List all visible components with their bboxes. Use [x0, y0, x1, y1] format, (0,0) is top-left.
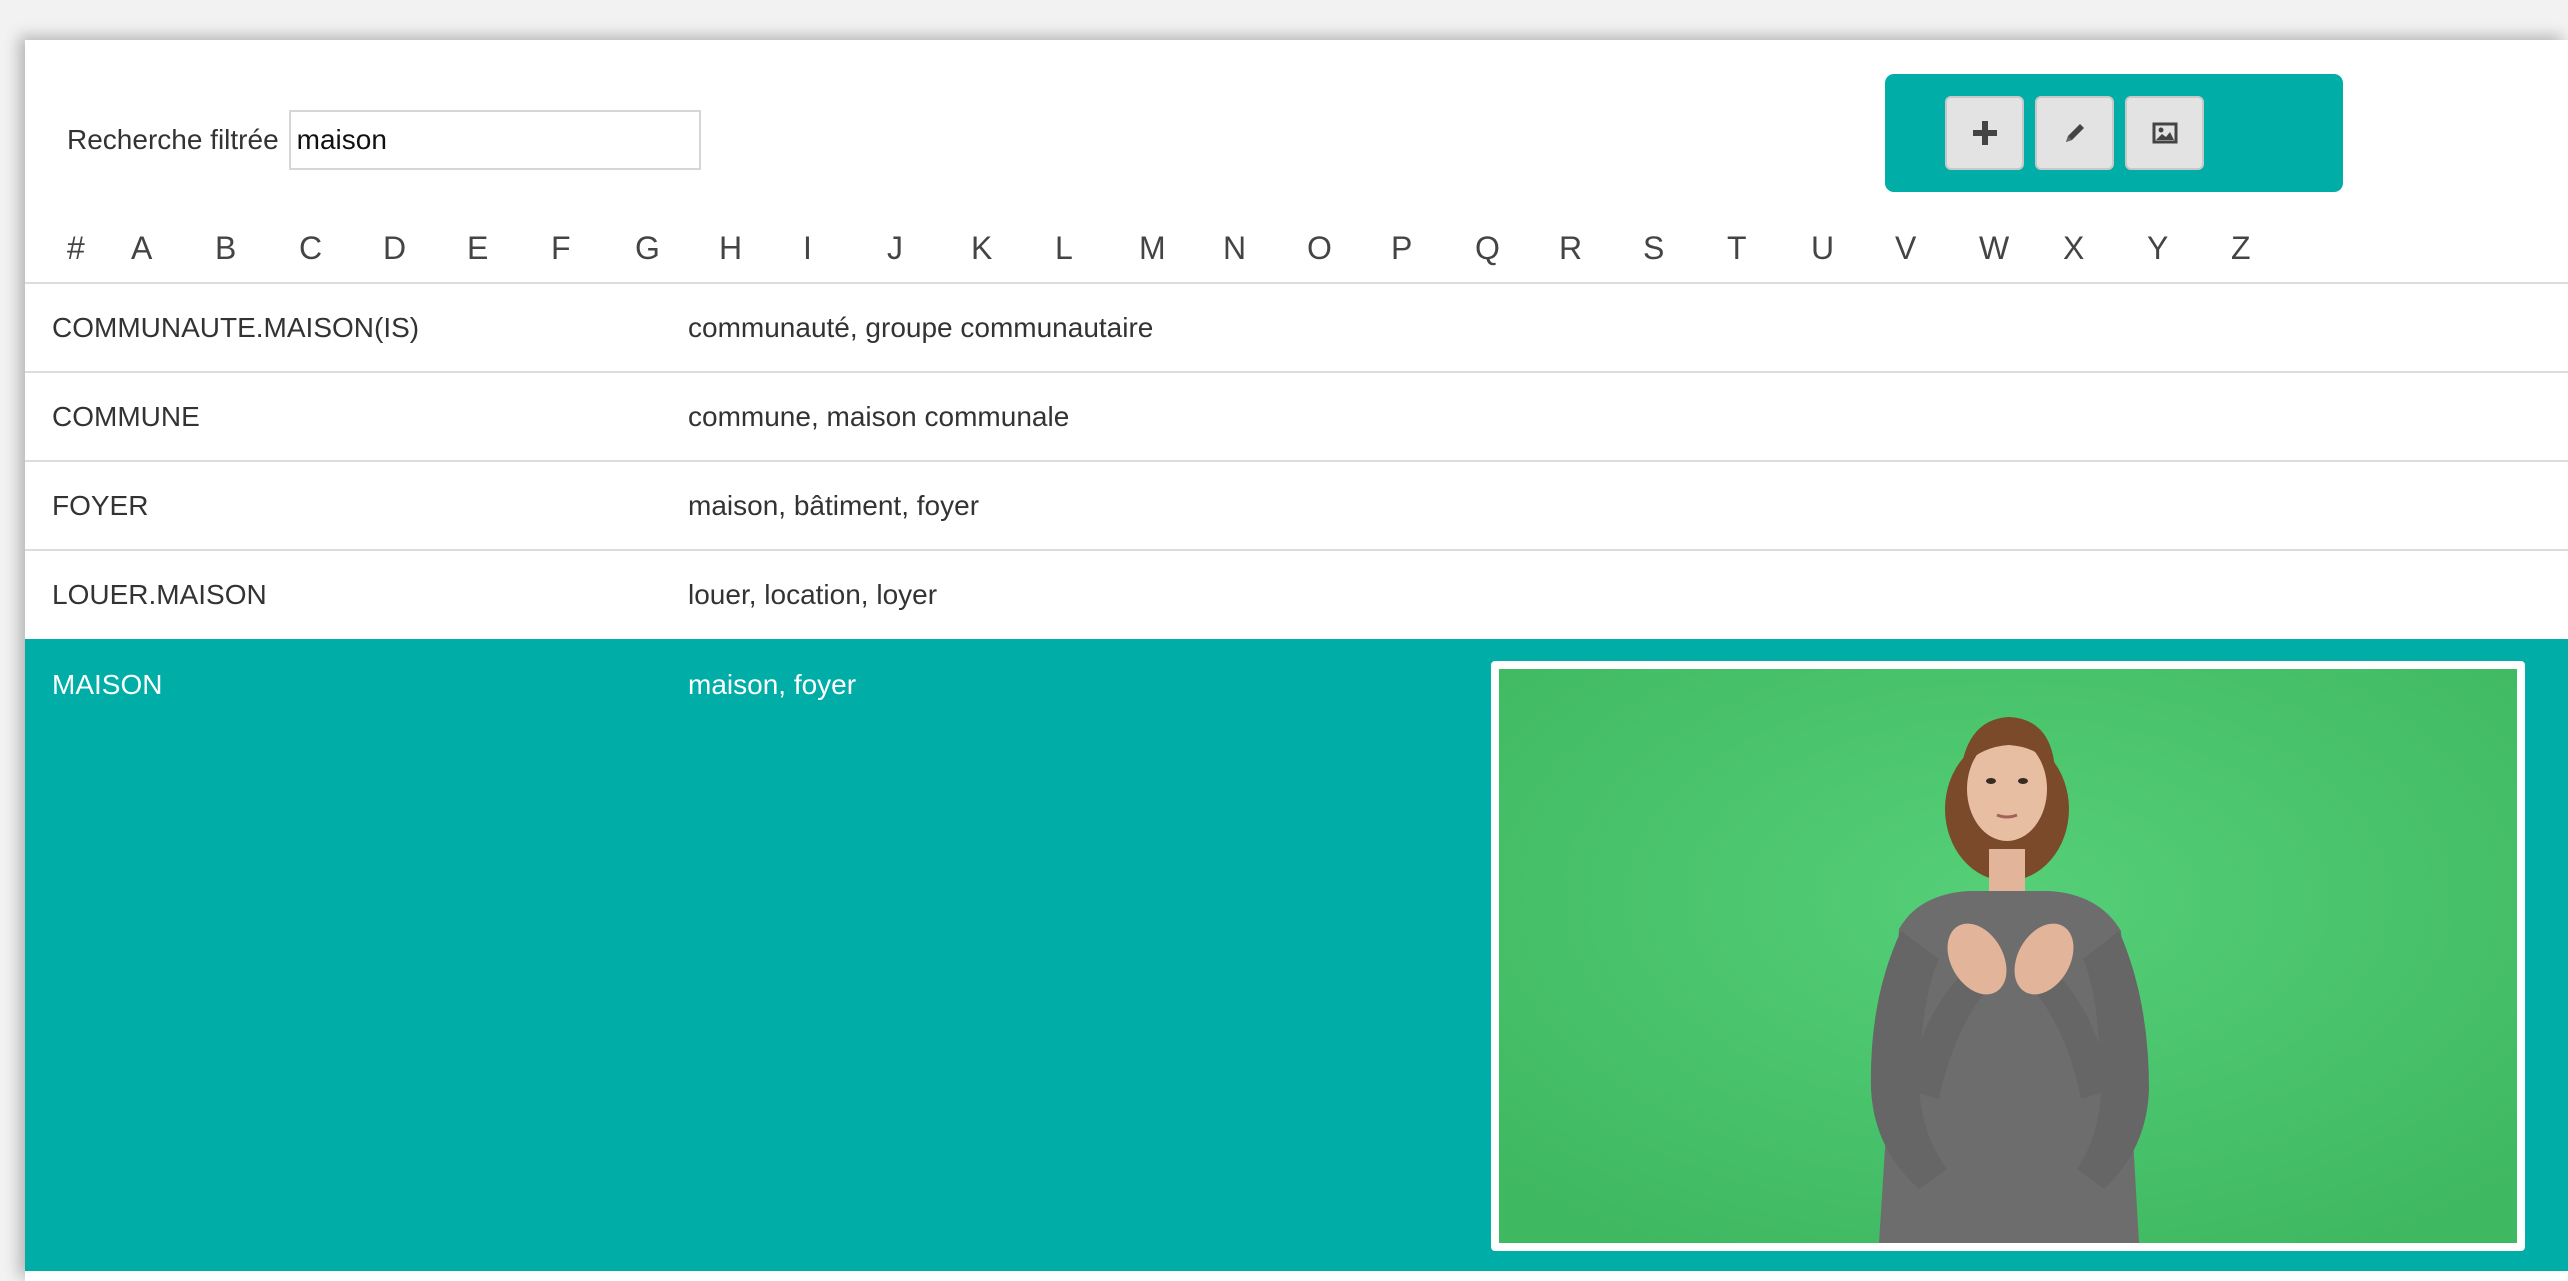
toolbar — [1885, 74, 2343, 192]
entry-gloss: COMMUNE — [52, 400, 200, 432]
alphabet-letter[interactable]: Q — [1469, 230, 1553, 267]
alphabet-letter[interactable]: J — [881, 230, 965, 267]
edit-button[interactable] — [2035, 96, 2114, 170]
add-button[interactable] — [1945, 96, 2024, 170]
entry-list: COMMUNAUTE.MAISON(IS) communauté, groupe … — [25, 282, 2568, 1271]
alphabet-letter[interactable]: L — [1049, 230, 1133, 267]
sign-video-player[interactable] — [1491, 661, 2525, 1251]
alphabet-letter[interactable]: G — [629, 230, 713, 267]
entry-row[interactable]: LOUER.MAISON louer, location, loyer — [25, 549, 2568, 639]
alphabet-letter[interactable]: V — [1889, 230, 1973, 267]
image-icon — [2152, 122, 2177, 144]
alphabet-letter[interactable]: X — [2057, 230, 2141, 267]
entry-row[interactable]: FOYER maison, bâtiment, foyer — [25, 460, 2568, 549]
alphabet-letter[interactable]: B — [209, 230, 293, 267]
image-button[interactable] — [2125, 96, 2204, 170]
search-label: Recherche filtrée — [67, 124, 279, 155]
alphabet-letter[interactable]: A — [125, 230, 209, 267]
dictionary-panel: Recherche filtrée #ABCDEFGHIJKLMNOPQRSTU… — [25, 40, 2568, 1281]
plus-icon — [1972, 121, 1997, 145]
alphabet-letter[interactable]: T — [1721, 230, 1805, 267]
alphabet-letter[interactable]: R — [1553, 230, 1637, 267]
entry-translation: communauté, groupe communautaire — [688, 311, 1154, 343]
entry-translation: maison, bâtiment, foyer — [688, 489, 980, 521]
signer-video-frame — [1499, 669, 2517, 1243]
alphabet-letter[interactable]: U — [1805, 230, 1889, 267]
alphabet-letter[interactable]: M — [1133, 230, 1217, 267]
alphabet-letter[interactable]: K — [965, 230, 1049, 267]
alphabet-letter[interactable]: Y — [2141, 230, 2225, 267]
alphabet-letter[interactable]: O — [1301, 230, 1385, 267]
search-bar: Recherche filtrée — [67, 110, 701, 170]
alphabet-letter[interactable]: H — [713, 230, 797, 267]
alphabet-letter[interactable]: W — [1973, 230, 2057, 267]
pencil-icon — [2065, 124, 2084, 142]
entry-row-selected[interactable]: MAISON maison, foyer — [25, 639, 2568, 1271]
alphabet-letter[interactable]: Z — [2225, 230, 2309, 267]
entry-translation: commune, maison communale — [688, 400, 1070, 432]
entry-row[interactable]: COMMUNE commune, maison communale — [25, 371, 2568, 460]
alphabet-letter[interactable]: D — [377, 230, 461, 267]
alphabet-letter[interactable]: F — [545, 230, 629, 267]
alphabet-letter[interactable]: E — [461, 230, 545, 267]
alphabet-letter[interactable]: # — [63, 230, 125, 267]
entry-gloss: MAISON — [52, 669, 163, 700]
alphabet-letter[interactable]: I — [797, 230, 881, 267]
alphabet-letter[interactable]: S — [1637, 230, 1721, 267]
entry-gloss: FOYER — [52, 489, 149, 521]
entry-gloss: LOUER.MAISON — [52, 579, 267, 610]
alphabet-letter[interactable]: C — [293, 230, 377, 267]
alphabet-letter[interactable]: P — [1385, 230, 1469, 267]
search-input[interactable] — [288, 110, 701, 170]
alphabet-letter[interactable]: N — [1217, 230, 1301, 267]
alphabet-index: # A B C D E F G H I J K L M N O P Q R S T U V W X Y Z — [63, 218, 2309, 278]
entry-row[interactable]: COMMUNAUTE.MAISON(IS) communauté, groupe … — [25, 282, 2568, 371]
entry-translation: louer, location, loyer — [688, 579, 938, 610]
entry-gloss: COMMUNAUTE.MAISON(IS) — [52, 311, 420, 343]
